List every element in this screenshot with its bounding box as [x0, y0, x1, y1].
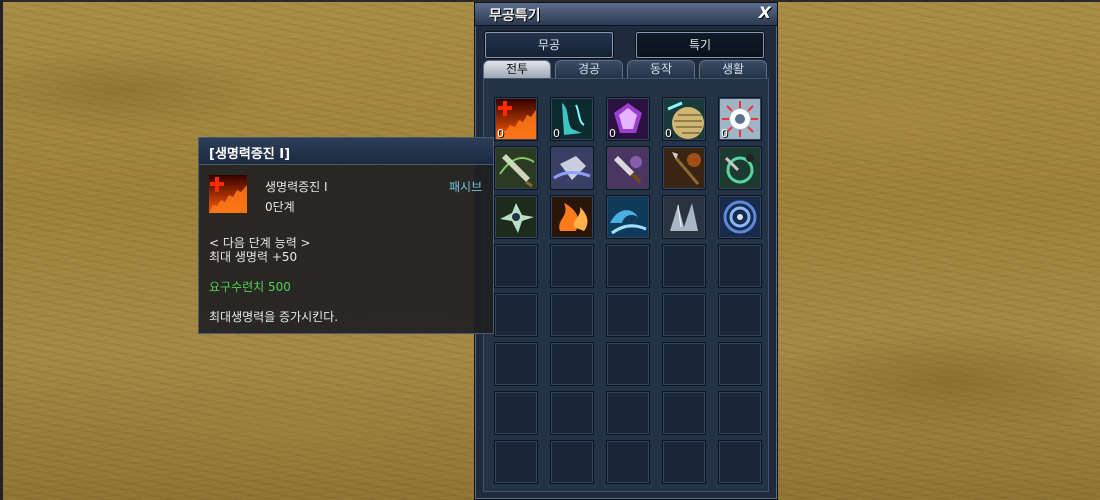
empty-skill-slot[interactable] — [550, 293, 594, 337]
chain-ring-icon — [720, 148, 760, 188]
empty-skill-slot[interactable] — [494, 391, 538, 435]
skill-slot-flame-skill[interactable] — [550, 195, 594, 239]
empty-skill-slot[interactable] — [606, 391, 650, 435]
skill-tooltip: [생명력증진 I] 생명력증진 I 패시브 0단계 < 다음 단계 능력 > 최… — [198, 137, 494, 334]
tooltip-skill-type: 패시브 — [449, 180, 483, 194]
skill-slot-life-boost-skill[interactable]: 0 — [494, 97, 538, 141]
martial-arts-button[interactable]: 무공 — [485, 32, 613, 58]
empty-skill-slot[interactable] — [494, 342, 538, 386]
skill-slot-crystal-shield-skill[interactable]: 0 — [606, 97, 650, 141]
empty-skill-slot[interactable] — [494, 293, 538, 337]
skill-level-label: 0 — [553, 127, 560, 140]
tooltip-skill-level: 0단계 — [265, 200, 295, 214]
skill-tabs: 전투 경공 동작 생활 — [483, 60, 769, 78]
skill-slot-palm-strike-skill[interactable] — [550, 146, 594, 190]
tooltip-title: [생명력증진 I] — [209, 147, 291, 162]
empty-skill-slot[interactable] — [550, 391, 594, 435]
empty-skill-slot[interactable] — [718, 391, 762, 435]
tooltip-requirement: 요구수련치 500 — [209, 280, 291, 294]
empty-skill-slot[interactable] — [718, 293, 762, 337]
skill-slot-light-gear-skill[interactable]: 0 — [718, 97, 762, 141]
special-skills-button[interactable]: 특기 — [636, 32, 764, 58]
empty-skill-slot[interactable] — [606, 342, 650, 386]
empty-skill-slot[interactable] — [550, 440, 594, 484]
tooltip-header: [생명력증진 I] — [199, 138, 493, 165]
skill-slot-spear-skill[interactable] — [662, 146, 706, 190]
tab-combat[interactable]: 전투 — [483, 60, 551, 78]
life-boost-icon — [209, 175, 247, 213]
empty-skill-slot[interactable] — [494, 244, 538, 288]
wave-icon — [608, 197, 648, 237]
empty-skill-slot[interactable] — [662, 293, 706, 337]
skill-level-label: 0 — [721, 127, 728, 140]
tab-lightfoot[interactable]: 경공 — [555, 60, 623, 78]
blade-sweep-icon — [496, 148, 536, 188]
tooltip-description: 최대생명력을 증가시킨다. — [209, 310, 339, 324]
dagger-icon — [608, 148, 648, 188]
ice-shard-icon — [664, 197, 704, 237]
empty-skill-slot[interactable] — [718, 342, 762, 386]
window-title: 무공특기 — [489, 8, 541, 24]
window-titlebar[interactable]: 무공특기 X — [475, 3, 777, 26]
palm-strike-icon — [552, 148, 592, 188]
skill-level-label: 0 — [609, 127, 616, 140]
tab-motion[interactable]: 동작 — [627, 60, 695, 78]
empty-skill-slot[interactable] — [718, 440, 762, 484]
flame-icon — [552, 197, 592, 237]
spear-icon — [664, 148, 704, 188]
empty-skill-slot[interactable] — [606, 293, 650, 337]
skill-level-label: 0 — [665, 127, 672, 140]
skill-slot-scale-armor-skill[interactable]: 0 — [662, 97, 706, 141]
skill-slot-vortex-skill[interactable] — [718, 195, 762, 239]
spin-blade-icon — [496, 197, 536, 237]
skill-slot-spin-blade-skill[interactable] — [494, 195, 538, 239]
empty-skill-slot[interactable] — [662, 440, 706, 484]
tooltip-next-effect: 최대 생명력 +50 — [209, 250, 298, 264]
empty-skill-slot[interactable] — [662, 391, 706, 435]
skill-slot-blade-sweep-skill[interactable] — [494, 146, 538, 190]
tab-life[interactable]: 생활 — [699, 60, 767, 78]
skill-level-label: 0 — [497, 127, 504, 140]
empty-skill-slot[interactable] — [550, 244, 594, 288]
martial-skills-window: 무공특기 X 무공 특기 전투 경공 동작 생활 0 0 0 0 0 — [474, 2, 778, 500]
skill-slot-chain-ring-skill[interactable] — [718, 146, 762, 190]
close-icon[interactable]: X — [759, 3, 771, 22]
empty-skill-slot[interactable] — [662, 244, 706, 288]
vortex-icon — [720, 197, 760, 237]
empty-skill-slot[interactable] — [662, 342, 706, 386]
skill-slot-wave-skill[interactable] — [606, 195, 650, 239]
skill-slot-dagger-skill[interactable] — [606, 146, 650, 190]
tooltip-skill-name: 생명력증진 I — [265, 180, 328, 194]
empty-skill-slot[interactable] — [550, 342, 594, 386]
empty-skill-slot[interactable] — [718, 244, 762, 288]
empty-skill-slot[interactable] — [606, 440, 650, 484]
empty-skill-slot[interactable] — [494, 440, 538, 484]
skill-panel: 0 0 0 0 0 — [483, 78, 769, 492]
empty-skill-slot[interactable] — [606, 244, 650, 288]
skill-slot-spirit-foot-skill[interactable]: 0 — [550, 97, 594, 141]
skill-slot-ice-shard-skill[interactable] — [662, 195, 706, 239]
